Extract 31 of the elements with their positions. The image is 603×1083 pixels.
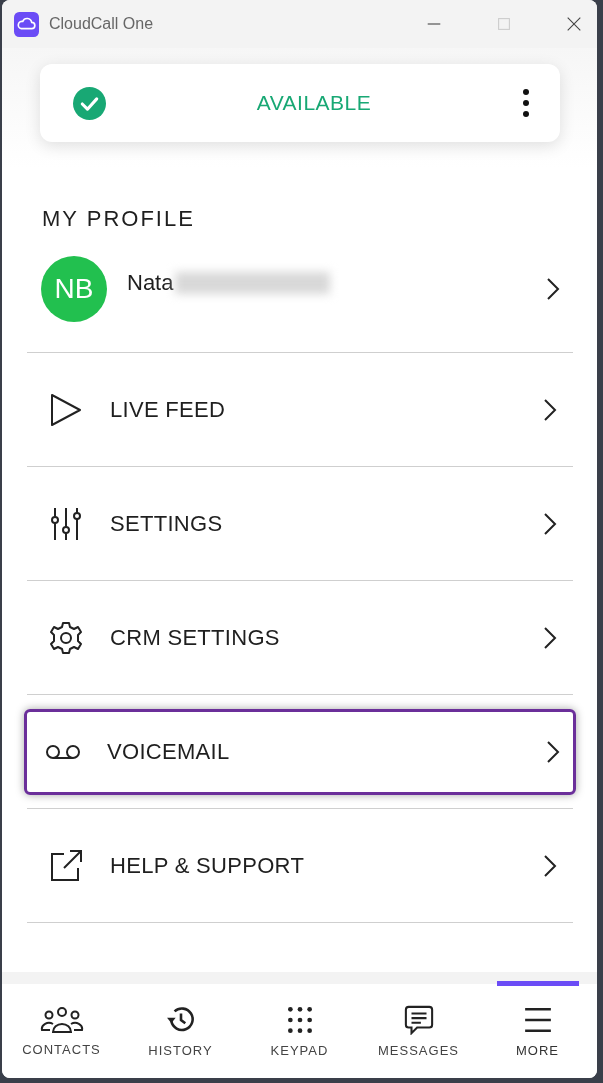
menu-item[interactable]: LIVE FEED [27, 353, 573, 466]
people-icon [39, 1005, 84, 1034]
chevron-right-icon [543, 853, 557, 878]
menu-item[interactable]: CRM SETTINGS [27, 581, 573, 694]
close-icon[interactable] [565, 15, 583, 33]
avatar: NB [41, 256, 107, 322]
menu-item[interactable]: VOICEMAIL [24, 709, 576, 795]
chevron-right-icon [546, 740, 560, 764]
menu-item[interactable]: SETTINGS [27, 467, 573, 580]
status-label: AVAILABLE [255, 91, 373, 115]
chevron-right-icon [543, 397, 557, 422]
section-title: MY PROFILE [42, 206, 196, 233]
gear-icon [48, 619, 84, 656]
chevron-right-icon [543, 625, 557, 650]
app-logo-icon [14, 11, 39, 37]
profile-name: Nata [127, 270, 174, 296]
profile-row[interactable]: NB Nata [27, 236, 573, 352]
external-link-icon [48, 847, 84, 884]
menu-item[interactable]: HELP & SUPPORT [27, 809, 573, 922]
window-title: CloudCall One [49, 15, 154, 33]
nav-tab[interactable]: KEYPAD [240, 972, 359, 1078]
chat-icon [403, 1004, 434, 1035]
chevron-right-icon [543, 511, 557, 536]
nav-tab[interactable]: HISTORY [121, 972, 240, 1078]
chevron-right-icon [546, 277, 560, 301]
nav-tab[interactable]: MESSAGES [359, 972, 478, 1078]
check-circle-icon [73, 86, 106, 120]
play-icon [48, 391, 84, 428]
more-options-icon[interactable] [522, 88, 530, 118]
sliders-icon [48, 505, 84, 542]
nav-tab[interactable]: CONTACTS [2, 972, 121, 1078]
